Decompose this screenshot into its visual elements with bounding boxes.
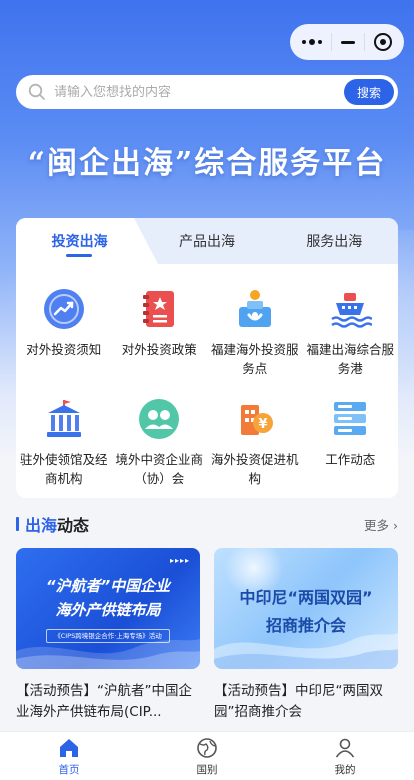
tabbar-label: 首页 xyxy=(58,763,80,776)
grid-item-investment-notice[interactable]: 对外投资须知 xyxy=(16,286,112,378)
news-title-part1: 出海 xyxy=(25,516,58,535)
service-point-icon xyxy=(232,286,278,332)
capsule-divider xyxy=(331,33,333,51)
page-title: “闽企出海”综合服务平台 xyxy=(27,146,387,181)
tab-investment[interactable]: 投资出海 xyxy=(16,218,143,264)
news-headline[interactable]: 【活动预告】“沪航者”中国企业海外产供链布局(CIP... xyxy=(16,681,200,725)
service-grid: 对外投资须知 对外投资政策 福建海外投资服务点 福建出海综合服务港 驻外使领馆及… xyxy=(16,264,398,488)
tabbar-label: 我的 xyxy=(334,763,356,776)
tabbar-country[interactable]: 国别 xyxy=(138,732,276,780)
thumbnail-subtitle: 《CIPS跨境银企合作·上海专场》活动 xyxy=(46,629,170,643)
tabbar-home[interactable]: 首页 xyxy=(0,732,138,780)
trend-chart-icon xyxy=(41,286,87,332)
news-thumbnail[interactable]: 中印尼“两国双园” 招商推介会 xyxy=(214,548,398,669)
search-icon xyxy=(28,83,45,100)
grid-item-label: 福建出海综合服务港 xyxy=(306,342,394,376)
tabbar-label: 国别 xyxy=(196,763,218,776)
home-icon xyxy=(60,738,78,757)
title-accent-bar xyxy=(16,517,19,531)
policy-book-icon xyxy=(136,286,182,332)
grid-item-embassy[interactable]: 驻外使领馆及经商机构 xyxy=(16,396,112,488)
grid-item-label: 海外投资促进机构 xyxy=(210,452,299,486)
search-input[interactable] xyxy=(54,84,344,100)
grid-item-label: 福建海外投资服务点 xyxy=(210,342,299,376)
news-cards: ▸▸▸▸ “沪航者”中国企业 海外产供链布局 《CIPS跨境银企合作·上海专场》… xyxy=(16,548,398,725)
news-section-title: 出海 动态 xyxy=(16,512,89,536)
grid-item-association[interactable]: 境外中资企业商（协）会 xyxy=(112,396,208,488)
svg-text:¥: ¥ xyxy=(258,417,267,432)
grid-item-service-port[interactable]: 福建出海综合服务港 xyxy=(303,286,399,378)
service-card: 投资出海 产品出海 服务出海 对外投资须知 对外投资政策 福建海外投资服务点 福… xyxy=(16,218,398,498)
news-section-header: 出海 动态 更多 › xyxy=(16,512,398,536)
active-tab-indicator xyxy=(66,254,92,257)
server-list-icon xyxy=(327,396,373,442)
grid-item-label: 境外中资企业商（协）会 xyxy=(115,452,203,486)
decor-dots: ▸▸▸▸ xyxy=(169,556,190,565)
news-headline[interactable]: 【活动预告】中印尼“两国双园”招商推介会 xyxy=(214,681,398,725)
grid-item-work-news[interactable]: 工作动态 xyxy=(303,396,399,488)
association-icon xyxy=(136,396,182,442)
mini-program-capsule xyxy=(290,24,404,60)
thumbnail-title: “沪航者”中国企业 海外产供链布局 xyxy=(45,577,171,619)
search-button[interactable]: 搜索 xyxy=(344,79,394,105)
grid-item-promotion-agency[interactable]: ¥ 海外投资促进机构 xyxy=(207,396,303,488)
more-dots-icon[interactable] xyxy=(302,39,323,45)
news-thumbnail[interactable]: ▸▸▸▸ “沪航者”中国企业 海外产供链布局 《CIPS跨境银企合作·上海专场》… xyxy=(16,548,200,669)
ship-icon xyxy=(327,286,373,332)
tab-product[interactable]: 产品出海 xyxy=(143,218,270,264)
user-icon xyxy=(335,738,355,757)
grid-item-service-point[interactable]: 福建海外投资服务点 xyxy=(207,286,303,378)
grid-item-label: 工作动态 xyxy=(325,452,376,467)
more-link[interactable]: 更多 › xyxy=(364,515,398,534)
thumbnail-title: 中印尼“两国双园” 招商推介会 xyxy=(239,588,373,635)
grid-item-label: 对外投资须知 xyxy=(26,342,102,357)
service-tabs: 投资出海 产品出海 服务出海 xyxy=(16,218,398,264)
search-bar: 搜索 xyxy=(16,75,398,109)
bottom-tabbar: 首页 国别 我的 xyxy=(0,731,414,780)
news-card[interactable]: 中印尼“两国双园” 招商推介会 【活动预告】中印尼“两国双园”招商推介会 xyxy=(214,548,398,725)
news-title-part2: 动态 xyxy=(57,516,90,535)
grid-item-label: 对外投资政策 xyxy=(121,342,197,357)
tab-service[interactable]: 服务出海 xyxy=(271,218,398,264)
grid-item-label: 驻外使领馆及经商机构 xyxy=(19,452,108,486)
minimize-icon[interactable] xyxy=(340,40,355,44)
embassy-icon xyxy=(41,396,87,442)
close-target-icon[interactable] xyxy=(373,33,392,51)
tabbar-mine[interactable]: 我的 xyxy=(276,732,414,780)
news-card[interactable]: ▸▸▸▸ “沪航者”中国企业 海外产供链布局 《CIPS跨境银企合作·上海专场》… xyxy=(16,548,200,725)
grid-item-investment-policy[interactable]: 对外投资政策 xyxy=(112,286,208,378)
building-yuan-icon: ¥ xyxy=(232,396,278,442)
globe-icon xyxy=(197,737,217,758)
capsule-divider xyxy=(363,33,365,51)
